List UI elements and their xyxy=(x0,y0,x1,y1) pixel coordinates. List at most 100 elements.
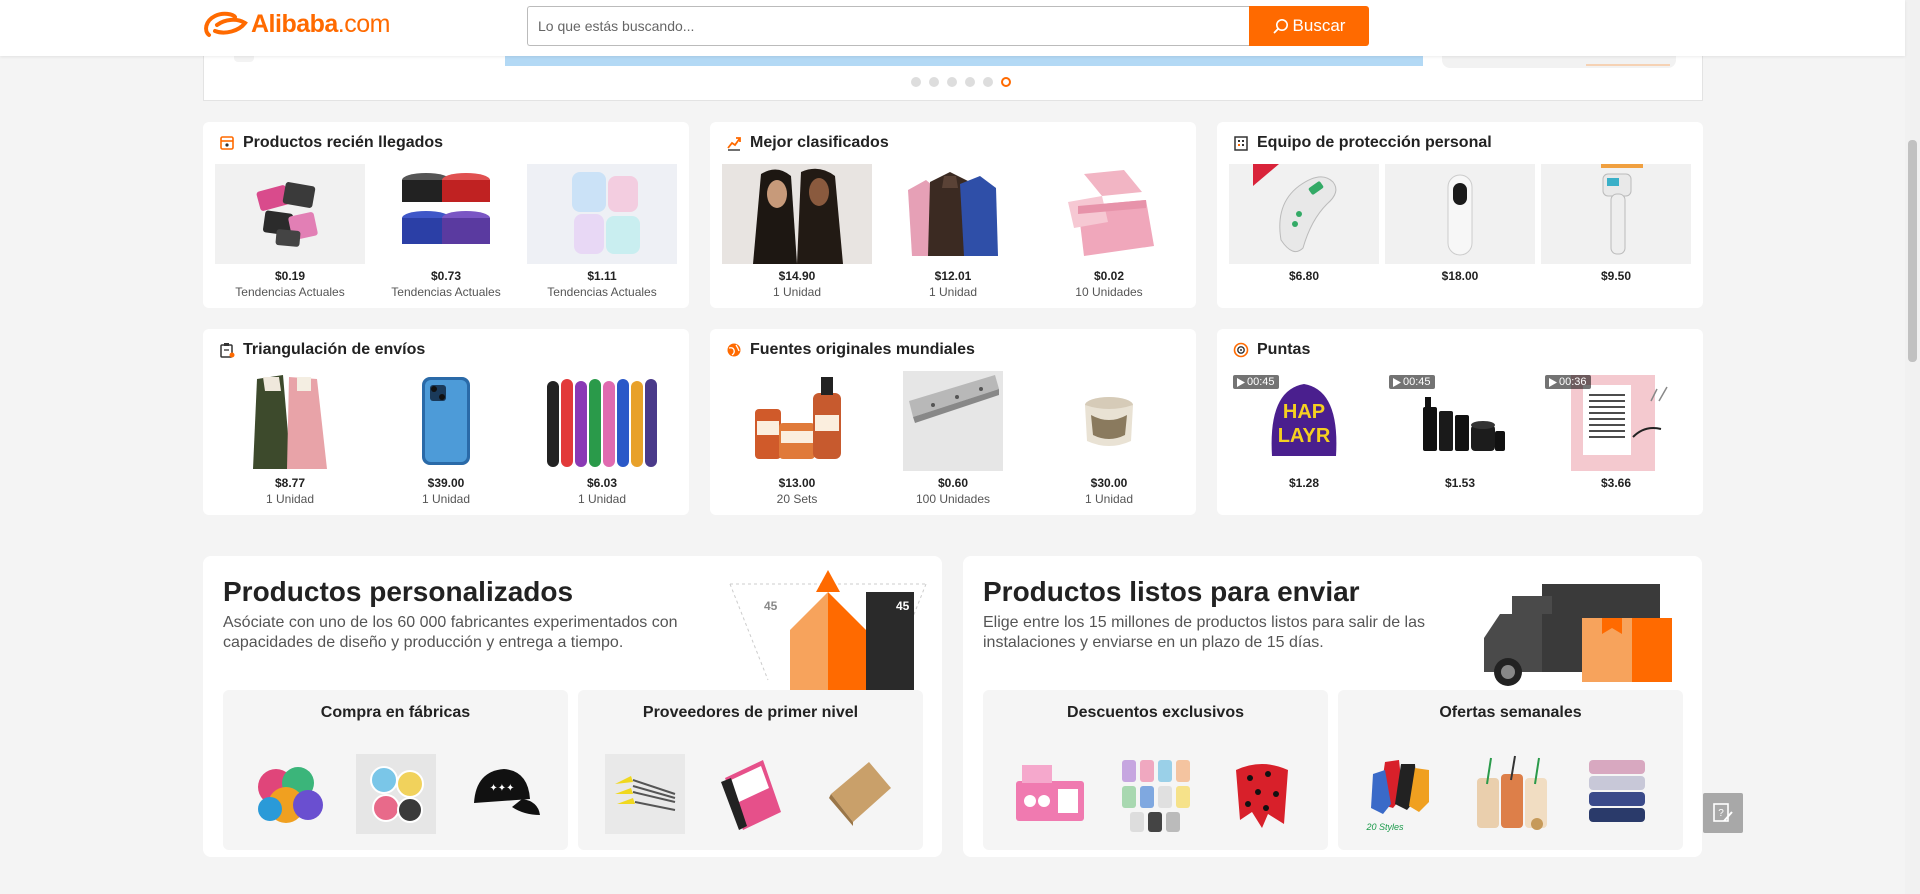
product-image-thermometer-white xyxy=(1385,164,1535,264)
subcard-image-towels xyxy=(1577,754,1657,834)
play-icon xyxy=(1237,377,1245,387)
video-badge: 00:36 xyxy=(1545,375,1591,389)
product-item[interactable]: 00:36 $3.66 xyxy=(1541,371,1691,492)
svg-text:✦✦✦: ✦✦✦ xyxy=(489,783,514,794)
product-item[interactable]: $0.19 Tendencias Actuales xyxy=(215,164,365,299)
category-title: Mejor clasificados xyxy=(750,134,889,151)
product-price: $3.66 xyxy=(1600,476,1632,490)
product-image-smartphone xyxy=(371,371,521,471)
category-title: Fuentes originales mundiales xyxy=(750,341,975,358)
product-subtitle: 10 Unidades xyxy=(1075,285,1143,299)
carousel-dot[interactable] xyxy=(929,77,939,87)
product-item[interactable]: $0.73 Tendencias Actuales xyxy=(371,164,521,299)
carousel-dot-active[interactable] xyxy=(1001,77,1011,87)
subcard-title: Descuentos exclusivos xyxy=(1067,704,1244,721)
product-item[interactable]: $8.77 1 Unidad xyxy=(215,371,365,506)
category-title: Puntas xyxy=(1257,341,1311,358)
product-image-aluminum-profile xyxy=(878,371,1028,471)
play-icon xyxy=(1393,377,1401,387)
product-price: $0.73 xyxy=(430,269,462,283)
carousel-dot[interactable] xyxy=(947,77,957,87)
subcard-image-scarf xyxy=(1222,754,1302,834)
product-image-beanie: HAP LAYR 00:45 xyxy=(1229,371,1379,471)
alibaba-logo[interactable]: Alibaba.com xyxy=(203,9,390,39)
feedback-button[interactable]: ? xyxy=(1703,793,1743,833)
product-item[interactable]: $39.00 1 Unidad xyxy=(371,371,521,506)
product-price: $8.77 xyxy=(274,476,306,490)
subcard-weekly-deals[interactable]: Ofertas semanales 20 Styles xyxy=(1338,690,1683,850)
logo-suffix: .com xyxy=(337,9,391,38)
pencil-ruler-illustration: 45 45 xyxy=(729,570,927,690)
search-button-label: Buscar xyxy=(1292,16,1346,35)
page-scrollbar[interactable] xyxy=(1905,0,1920,894)
product-item[interactable]: $13.00 20 Sets xyxy=(722,371,872,506)
category-card-tips[interactable]: Puntas HAP LAYR 00:45 $1.28 00:45 $1.53 … xyxy=(1217,329,1703,515)
product-price: $12.01 xyxy=(934,269,972,283)
product-price: $1.28 xyxy=(1288,476,1320,490)
product-image-hair-care-set: 00:45 xyxy=(1385,371,1535,471)
category-card-new-arrivals[interactable]: Productos recién llegados $0.19 Tendenci… xyxy=(203,122,689,308)
subcard-image-tumblers xyxy=(1116,754,1196,834)
svg-text:LAYR: LAYR xyxy=(1278,425,1331,447)
promo-description: Elige entre los 15 millones de productos… xyxy=(983,614,1426,651)
product-subtitle: 1 Unidad xyxy=(1084,492,1134,506)
promo-custom-products[interactable]: Productos personalizados Asóciate con un… xyxy=(203,556,942,857)
video-badge: 00:45 xyxy=(1233,375,1279,389)
product-item[interactable]: $14.90 1 Unidad xyxy=(722,164,872,299)
product-image-candle xyxy=(1034,371,1184,471)
banner-side-panel[interactable] xyxy=(1442,56,1676,68)
carousel-dot[interactable] xyxy=(983,77,993,87)
category-card-ppe[interactable]: Equipo de protección personal $6.80 $18.… xyxy=(1217,122,1703,308)
product-price: $0.19 xyxy=(274,269,306,283)
product-item[interactable]: $9.50 xyxy=(1541,164,1691,285)
carousel-dot[interactable] xyxy=(911,77,921,87)
logo-text: Alibaba xyxy=(251,9,338,38)
product-item[interactable]: $30.00 1 Unidad xyxy=(1034,371,1184,506)
product-subtitle: Tendencias Actuales xyxy=(391,285,501,299)
subcard-exclusive-discounts[interactable]: Descuentos exclusivos xyxy=(983,690,1328,850)
search-input[interactable] xyxy=(527,6,1249,46)
product-price: $1.11 xyxy=(587,269,617,283)
product-item[interactable]: $12.01 1 Unidad xyxy=(878,164,1028,299)
subcard-image-black-cap: ✦✦✦ xyxy=(462,754,542,834)
product-subtitle: 20 Sets xyxy=(776,492,818,506)
product-price: $0.60 xyxy=(937,476,969,490)
promo-description: Asóciate con uno de los 60 000 fabricant… xyxy=(223,614,678,651)
scrollbar-thumb[interactable] xyxy=(1908,140,1917,362)
product-item[interactable]: 00:45 $1.53 xyxy=(1385,371,1535,492)
category-title: Equipo de protección personal xyxy=(1257,134,1492,151)
product-price: $1.53 xyxy=(1444,476,1476,490)
video-badge: 00:45 xyxy=(1389,375,1435,389)
category-card-global-sources[interactable]: Fuentes originales mundiales $13.00 20 S… xyxy=(710,329,1196,515)
product-price: $39.00 xyxy=(427,476,465,490)
subcard-image-toy-kitchen xyxy=(1010,754,1090,834)
product-item[interactable]: $18.00 xyxy=(1385,164,1535,285)
subcard-top-suppliers[interactable]: Proveedores de primer nivel xyxy=(578,690,923,850)
product-item[interactable]: $0.02 10 Unidades xyxy=(1034,164,1184,299)
product-item[interactable]: $6.03 1 Unidad xyxy=(527,371,677,506)
product-subtitle: Tendencias Actuales xyxy=(547,285,657,299)
video-duration: 00:45 xyxy=(1403,376,1431,388)
globe-icon xyxy=(727,343,741,357)
subcard-image-cork-notebook xyxy=(817,754,897,834)
subcard-image-pink-bag xyxy=(711,754,791,834)
product-item[interactable]: HAP LAYR 00:45 $1.28 xyxy=(1229,371,1379,492)
top-header: Alibaba.com Buscar xyxy=(0,0,1905,56)
carousel-dot[interactable] xyxy=(965,77,975,87)
carousel-dots xyxy=(911,77,1011,87)
clipboard-icon xyxy=(220,343,235,358)
category-card-dropshipping[interactable]: Triangulación de envíos $8.77 1 Unidad $… xyxy=(203,329,689,515)
product-image-hoodies xyxy=(878,164,1028,264)
product-item[interactable]: $0.60 100 Unidades xyxy=(878,371,1028,506)
product-image-thermometer xyxy=(1229,164,1379,264)
product-subtitle: 1 Unidad xyxy=(577,492,627,506)
product-item[interactable]: $1.11 Tendencias Actuales xyxy=(527,164,677,299)
banner-image[interactable] xyxy=(505,56,1423,66)
search-button[interactable]: Buscar xyxy=(1249,6,1369,46)
product-item[interactable]: $6.80 xyxy=(1229,164,1379,285)
subcard-image-glass-cups xyxy=(1471,754,1551,834)
subcard-factory-purchase[interactable]: Compra en fábricas ✦✦✦ xyxy=(223,690,568,850)
promo-ready-to-ship[interactable]: Productos listos para enviar Elige entre… xyxy=(963,556,1702,857)
category-card-top-ranked[interactable]: Mejor clasificados $14.90 1 Unidad $12.0… xyxy=(710,122,1196,308)
product-image-water-bottles xyxy=(527,164,677,264)
